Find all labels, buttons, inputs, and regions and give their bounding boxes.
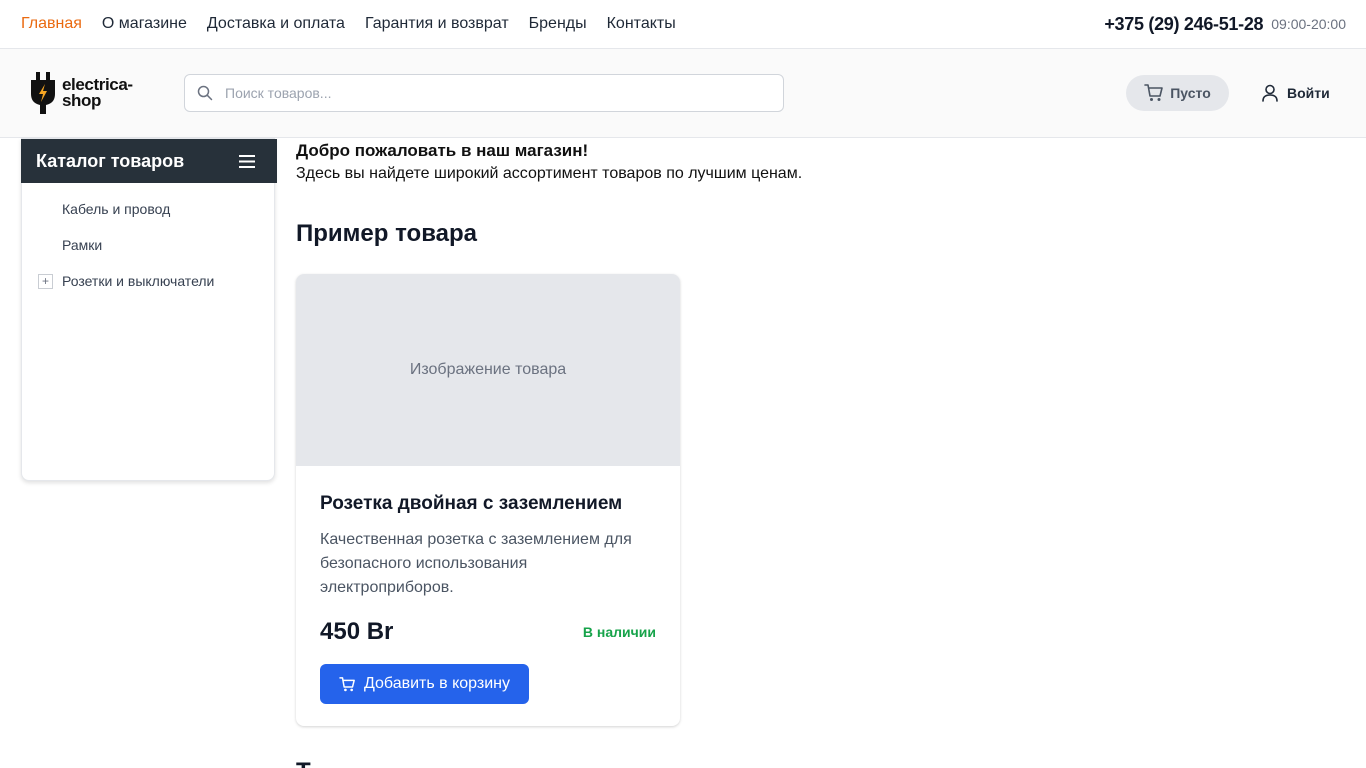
welcome-text: Здесь вы найдете широкий ассортимент тов… (296, 165, 803, 182)
search-bar (184, 74, 784, 112)
plus-icon[interactable]: + (38, 273, 53, 289)
nav-link-contacts[interactable]: Контакты (607, 15, 676, 33)
login-button[interactable]: Войти (1261, 75, 1330, 111)
product-description: Качественная розетка с заземлением для б… (320, 531, 632, 596)
logo-plug-icon (31, 72, 55, 114)
contact-info: +375 (29) 246-51-28 09:00-20:00 (1104, 0, 1346, 48)
top-navigation: Главная О магазине Доставка и оплата Гар… (21, 0, 676, 48)
logo-wordmark: electrica- shop (62, 76, 133, 110)
nav-link-home[interactable]: Главная (21, 15, 82, 33)
catalog-title: Каталог товаров (36, 150, 185, 171)
product-card[interactable]: Изображение товара Розетка двойная с заз… (296, 274, 680, 726)
welcome-heading: Добро пожаловать в наш магазин! (296, 141, 589, 160)
catalog-sidebar: Каталог товаров Кабель и провод Рамки + … (21, 138, 277, 481)
logo-line-2: shop (62, 91, 102, 110)
product-image-placeholder[interactable]: Изображение товара (296, 274, 680, 466)
cart-icon (1144, 84, 1164, 101)
product-card-body: Розетка двойная с заземлением Качественн… (296, 493, 680, 704)
section-title: Пример товара (296, 220, 477, 247)
stock-status: В наличии (582, 624, 656, 640)
top-bar: Главная О магазине Доставка и оплата Гар… (0, 0, 1366, 49)
nav-link-warranty[interactable]: Гарантия и возврат (365, 15, 509, 33)
next-section-title: Т (296, 758, 311, 768)
cart-label: Пусто (1170, 85, 1211, 101)
nav-link-about[interactable]: О магазине (102, 15, 187, 33)
login-label: Войти (1287, 85, 1330, 101)
catalog-list: Кабель и провод Рамки + Розетки и выключ… (22, 191, 274, 299)
cart-icon (339, 676, 355, 691)
product-title[interactable]: Розетка двойная с заземлением (320, 493, 656, 515)
nav-link-brands[interactable]: Бренды (529, 15, 587, 33)
catalog-item-sockets[interactable]: + Розетки и выключатели (22, 263, 274, 299)
phone-number[interactable]: +375 (29) 246-51-28 (1104, 14, 1263, 35)
search-icon[interactable] (185, 75, 225, 111)
menu-icon[interactable] (239, 154, 255, 168)
catalog-item-label: Кабель и провод (62, 201, 171, 217)
search-input[interactable] (225, 85, 765, 101)
catalog-header[interactable]: Каталог товаров (21, 139, 277, 183)
working-hours: 09:00-20:00 (1271, 16, 1346, 32)
catalog-item-label: Розетки и выключатели (62, 273, 215, 289)
add-to-cart-label: Добавить в корзину (363, 675, 510, 692)
add-to-cart-button[interactable]: Добавить в корзину (320, 664, 529, 704)
price-row: 450 Br В наличии (320, 618, 656, 646)
catalog-item-label: Рамки (62, 237, 103, 253)
user-icon (1262, 84, 1278, 102)
catalog-item-cable[interactable]: Кабель и провод (22, 191, 274, 227)
site-header: electrica- shop Пусто Войти (0, 49, 1366, 138)
cart-button[interactable]: Пусто (1126, 75, 1229, 111)
nav-link-delivery[interactable]: Доставка и оплата (207, 15, 345, 33)
product-price: 450 Br (320, 618, 394, 645)
catalog-item-frames[interactable]: Рамки (22, 227, 274, 263)
site-logo[interactable]: electrica- shop (30, 71, 154, 115)
main-content: Добро пожаловать в наш магазин! Здесь вы… (296, 138, 1346, 768)
